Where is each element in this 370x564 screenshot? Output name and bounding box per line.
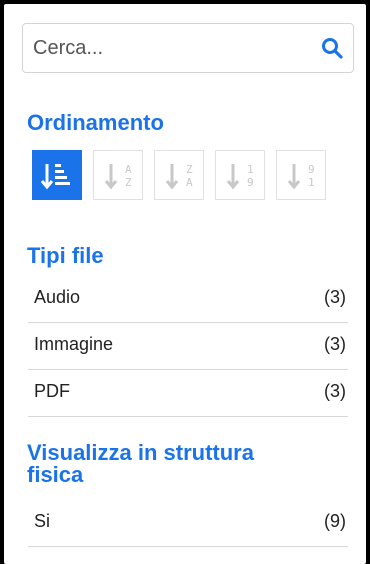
facet-item-pdf[interactable]: PDF (3) (28, 371, 348, 417)
sort-alpha-asc-icon: A Z (104, 163, 132, 190)
sort-numeric-desc-button[interactable]: 9 1 (276, 150, 326, 200)
search-input[interactable] (23, 24, 313, 72)
sort-top-digit: 9 (308, 163, 315, 176)
search-icon[interactable] (321, 37, 343, 59)
sort-bottom-digit: 1 (308, 176, 315, 189)
sort-top-letter: Z (186, 163, 193, 176)
facet-label: PDF (34, 381, 70, 401)
physical-structure-title: Visualizza in struttura fisica (27, 442, 254, 486)
file-types-title: Tipi file (27, 243, 104, 268)
facet-item-audio[interactable]: Audio (3) (28, 277, 348, 323)
facet-item-immagine[interactable]: Immagine (3) (28, 324, 348, 370)
facet-label: Immagine (34, 334, 114, 354)
sort-numeric-desc-icon: 9 1 (287, 163, 315, 190)
facet-item-si[interactable]: Si (9) (28, 501, 348, 547)
facet-count: (3) (324, 381, 346, 401)
physical-structure-title-line2: fisica (27, 462, 84, 487)
search-box (22, 23, 354, 73)
facet-label: Si (34, 511, 51, 531)
sort-bottom-letter: A (186, 176, 193, 189)
facet-count: (3) (324, 334, 346, 354)
sort-alpha-asc-button[interactable]: A Z (93, 150, 143, 200)
sort-bottom-digit: 9 (247, 176, 254, 189)
sort-top-letter: A (125, 163, 132, 176)
sort-numeric-asc-icon: 1 9 (226, 163, 254, 190)
sort-relevance-icon (40, 164, 70, 190)
sort-relevance-button[interactable] (32, 150, 82, 200)
sort-alpha-desc-button[interactable]: Z A (154, 150, 204, 200)
facet-label: Audio (34, 287, 81, 307)
facet-count: (9) (324, 511, 346, 531)
sorting-title: Ordinamento (27, 110, 164, 135)
sort-alpha-desc-icon: Z A (165, 163, 193, 190)
sort-bottom-letter: Z (125, 176, 132, 189)
facet-count: (3) (324, 287, 346, 307)
sort-numeric-asc-button[interactable]: 1 9 (215, 150, 265, 200)
sort-top-digit: 1 (247, 163, 254, 176)
